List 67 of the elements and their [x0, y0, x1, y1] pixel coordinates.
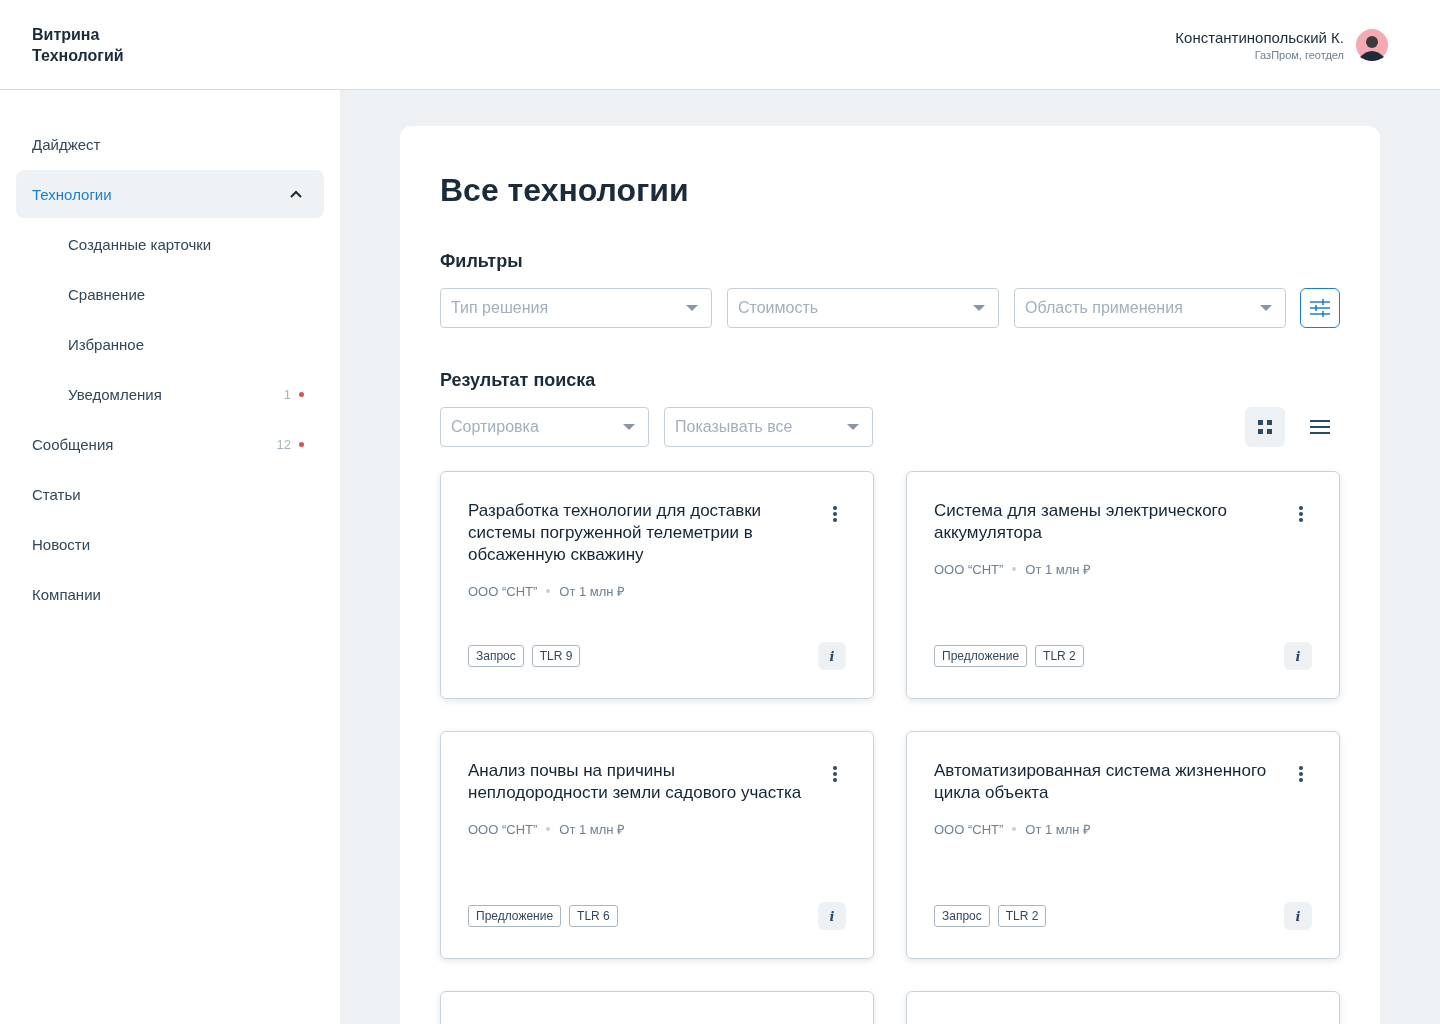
- dropdown-field[interactable]: Тип решения: [440, 288, 712, 328]
- logo-text[interactable]: Витрина Технологий: [32, 23, 124, 66]
- caret-icon[interactable]: [1260, 305, 1272, 311]
- caret-icon[interactable]: [623, 424, 635, 430]
- price-text: От 1 млн ₽: [1025, 821, 1092, 838]
- sidebar-subitem[interactable]: Уведомления 1: [16, 370, 324, 418]
- info-button[interactable]: i: [1284, 642, 1312, 670]
- tag-label: TLR 9: [531, 645, 581, 667]
- section-title: Результат поиска: [440, 370, 597, 391]
- sidebar-subitem[interactable]: Созданные карточки: [16, 220, 324, 268]
- more-options-icon[interactable]: [1299, 506, 1303, 522]
- info-button[interactable]: i: [818, 642, 846, 670]
- tag-label: Предложение: [934, 645, 1028, 667]
- grid-icon: [1257, 419, 1273, 435]
- more-options-icon[interactable]: [833, 766, 837, 782]
- info-button[interactable]: i: [1284, 902, 1312, 930]
- tag-label: Предложение: [468, 905, 562, 927]
- filter-settings-button[interactable]: [1300, 288, 1340, 328]
- price-text: От 1 млн ₽: [559, 821, 626, 838]
- caret-icon[interactable]: [686, 305, 698, 311]
- list-icon: [1310, 420, 1330, 434]
- caret-icon[interactable]: [847, 424, 859, 430]
- count-label: 12: [276, 436, 291, 452]
- sidebar-subitem[interactable]: Сравнение: [16, 270, 324, 318]
- dropdown-field[interactable]: Сортировка: [440, 407, 649, 447]
- card-title: Разработка технологии для доставки системы погруженной телеметрии в обсаженную скважину: [468, 500, 763, 566]
- sidebar-subitem[interactable]: Избранное: [16, 320, 324, 368]
- sidebar-item[interactable]: Статьи: [16, 470, 324, 518]
- card-title: Анализ почвы на причины неплодородности земли садового участка: [468, 760, 803, 804]
- caret-icon[interactable]: [973, 305, 985, 311]
- card-title: Автоматизированная система жизненного цикла объекта: [934, 760, 1268, 804]
- technology-card[interactable]: Анализ почвы на причины неплодородности земли садового участка ООО “СНТ” От 1 млн ₽ Предложение TLR 6 i: [440, 731, 874, 959]
- sidebar-item[interactable]: Дайджест: [16, 120, 324, 168]
- more-options-icon[interactable]: [833, 506, 837, 522]
- info-button[interactable]: i: [818, 902, 846, 930]
- more-options-icon[interactable]: [1299, 766, 1303, 782]
- sliders-icon: [1309, 299, 1331, 317]
- count-label: 1: [283, 386, 291, 402]
- company-name: ООО “СНТ”: [468, 821, 538, 837]
- sidebar-item[interactable]: Новости: [16, 520, 324, 568]
- chevron-icon[interactable]: [290, 190, 302, 198]
- card-title: Система для замены электрического аккумулятора: [934, 500, 1228, 544]
- user-organization: ГазПром, геотдел: [1253, 48, 1344, 61]
- tag-label: Запрос: [934, 905, 990, 927]
- tag-label: TLR 2: [997, 905, 1047, 927]
- sidebar-item[interactable]: Технологии: [16, 170, 324, 218]
- dropdown-field[interactable]: Стоимость: [727, 288, 999, 328]
- technology-card[interactable]: Автоматизированная система жизненного цикла объекта ООО “СНТ” От 1 млн ₽ Запрос TLR 2 i: [906, 731, 1340, 959]
- dropdown-field[interactable]: Показывать все: [664, 407, 873, 447]
- section-title: Фильтры: [440, 251, 524, 272]
- technology-card[interactable]: Система для замены электрического аккумулятора ООО “СНТ” От 1 млн ₽ Предложение TLR 2 i: [906, 471, 1340, 699]
- grid-view-button[interactable]: [1245, 407, 1285, 447]
- tag-label: TLR 2: [1035, 645, 1084, 667]
- page-title: Все технологии: [440, 172, 690, 209]
- price-text: От 1 млн ₽: [559, 583, 626, 600]
- company-name: ООО “СНТ”: [934, 561, 1004, 577]
- tag-label: Запрос: [468, 645, 524, 667]
- tag-label: TLR 6: [569, 905, 618, 927]
- dropdown-field[interactable]: Область применения: [1014, 288, 1286, 328]
- company-name: ООО “СНТ”: [934, 821, 1004, 837]
- price-text: От 1 млн ₽: [1025, 561, 1092, 578]
- technology-card[interactable]: Разработка технологии для доставки системы погруженной телеметрии в обсаженную скважину ООО “СНТ” От 1 млн ₽ Запрос TLR 9 i: [440, 471, 874, 699]
- sidebar-item[interactable]: Компании: [16, 570, 324, 618]
- company-name: ООО “СНТ”: [468, 583, 538, 599]
- user-name: Константинопольский К.: [1175, 28, 1344, 46]
- avatar-icon[interactable]: [1356, 28, 1388, 61]
- sidebar-item[interactable]: Сообщения 12: [16, 420, 324, 468]
